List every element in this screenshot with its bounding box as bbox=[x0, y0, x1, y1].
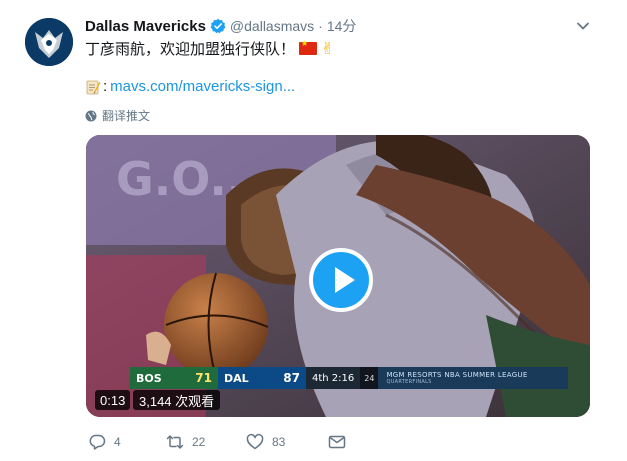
tweet-header: Dallas Mavericks @dallasmavs · 14分 bbox=[85, 16, 356, 36]
like-count: 83 bbox=[272, 435, 286, 449]
link-colon: : bbox=[103, 78, 108, 95]
link-line: : mavs.com/mavericks-sign... bbox=[85, 78, 295, 95]
retweet-button[interactable]: 22 bbox=[166, 433, 205, 451]
reply-button[interactable]: 4 bbox=[88, 433, 121, 451]
league-title: MGM RESORTS NBA SUMMER LEAGUE bbox=[386, 371, 528, 379]
view-count: 3,144 次观看 bbox=[133, 390, 221, 410]
like-button[interactable]: 83 bbox=[246, 433, 285, 451]
scorebug-team-bos: BOS 71 bbox=[130, 367, 218, 389]
handle[interactable]: @dallasmavs bbox=[230, 18, 314, 34]
globe-icon bbox=[85, 110, 97, 121]
reply-icon bbox=[89, 434, 106, 450]
direct-message-button[interactable] bbox=[328, 433, 354, 451]
team1-score: 71 bbox=[195, 371, 212, 385]
chevron-down-icon[interactable] bbox=[575, 18, 591, 34]
translate-tweet-button[interactable]: 翻译推文 bbox=[85, 107, 150, 124]
retweet-icon bbox=[166, 435, 184, 449]
team2-name: DAL bbox=[224, 371, 249, 385]
tweet: Dallas Mavericks @dallasmavs · 14分 丁彦雨航，… bbox=[0, 0, 627, 461]
translate-label: 翻译推文 bbox=[102, 109, 151, 123]
envelope-icon bbox=[328, 435, 346, 449]
team1-name: BOS bbox=[136, 371, 162, 385]
retweet-count: 22 bbox=[192, 435, 206, 449]
play-button[interactable] bbox=[309, 248, 373, 312]
tweet-text: 丁彦雨航，欢迎加盟独行侠队！ ✌ bbox=[85, 38, 334, 59]
memo-emoji bbox=[85, 79, 101, 95]
article-link[interactable]: mavs.com/mavericks-sign... bbox=[110, 78, 295, 95]
play-icon bbox=[335, 267, 355, 293]
verified-badge-icon bbox=[210, 18, 226, 34]
reply-count: 4 bbox=[114, 435, 121, 449]
league-banner: MGM RESORTS NBA SUMMER LEAGUE QUARTERFIN… bbox=[378, 367, 569, 389]
shot-clock: 24 bbox=[360, 367, 379, 389]
separator-dot: · bbox=[318, 18, 323, 34]
display-name[interactable]: Dallas Mavericks bbox=[85, 18, 206, 35]
game-clock: 4th 2:16 bbox=[306, 367, 361, 389]
video-player[interactable]: G.O... BOS 71 DAL 87 4th 2:16 24 MGM RES… bbox=[86, 135, 590, 417]
avatar[interactable] bbox=[25, 18, 73, 66]
timestamp[interactable]: 14分 bbox=[327, 16, 357, 36]
victory-hand-emoji: ✌ bbox=[321, 40, 335, 58]
scorebug-team-dal: DAL 87 bbox=[218, 367, 306, 389]
mavericks-logo-icon bbox=[25, 18, 73, 66]
scorebug: BOS 71 DAL 87 4th 2:16 24 MGM RESORTS NB… bbox=[130, 367, 569, 389]
china-flag-emoji bbox=[299, 39, 318, 55]
video-duration: 0:13 bbox=[95, 390, 131, 410]
league-round: QUARTERFINALS bbox=[386, 379, 432, 385]
heart-icon bbox=[246, 433, 264, 450]
team2-score: 87 bbox=[283, 371, 300, 385]
tweet-text-content: 丁彦雨航，欢迎加盟独行侠队！ bbox=[85, 41, 296, 58]
